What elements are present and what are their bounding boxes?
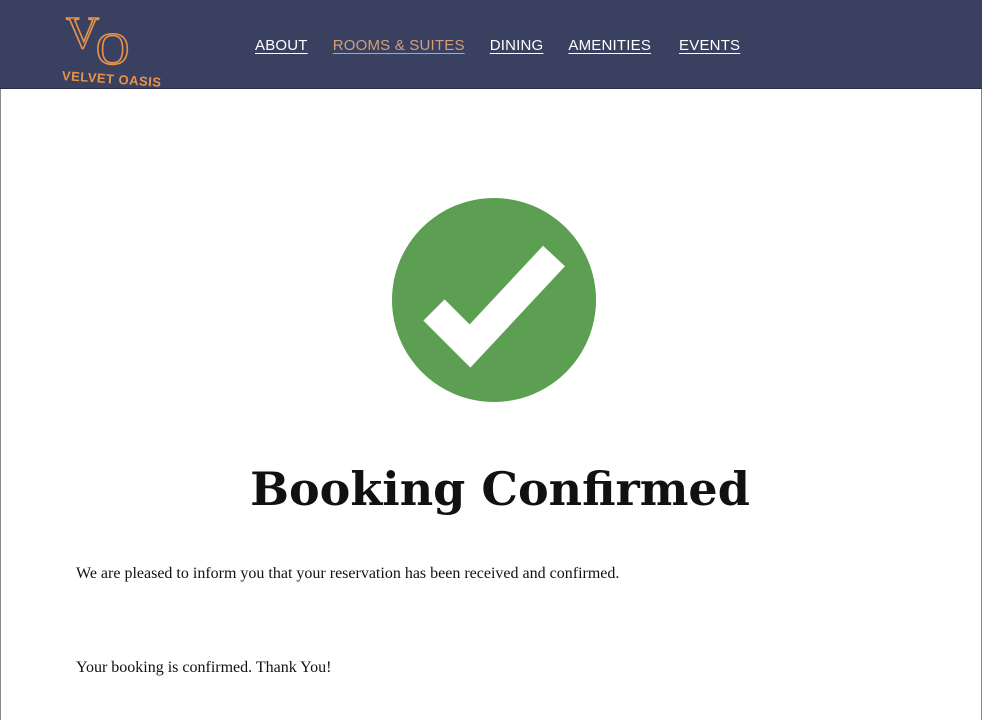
page-title: Booking Confirmed	[250, 462, 750, 516]
confirmation-message: We are pleased to inform you that your r…	[76, 565, 620, 582]
logo-link[interactable]: V O VELVET OASIS	[60, 4, 162, 90]
nav-item-amenities[interactable]: AMENITIES	[568, 37, 651, 54]
logo-monogram-icon: V O	[65, 6, 130, 68]
main-nav: ABOUT ROOMS & SUITES DINING AMENITIES EV…	[255, 34, 765, 56]
checkmark-circle-icon	[392, 198, 596, 402]
confirmation-note: Your booking is confirmed. Thank You!	[76, 659, 332, 676]
site-header: V O VELVET OASIS ABOUT ROOMS & SUITES DI…	[0, 0, 982, 90]
nav-item-rooms-suites[interactable]: ROOMS & SUITES	[333, 37, 465, 54]
logo-name: VELVET OASIS	[61, 68, 162, 90]
nav-item-dining[interactable]: DINING	[490, 37, 544, 54]
svg-text:O: O	[96, 23, 129, 68]
svg-text:V: V	[66, 7, 99, 58]
nav-item-about[interactable]: ABOUT	[255, 37, 308, 54]
nav-item-events[interactable]: EVENTS	[679, 37, 740, 54]
